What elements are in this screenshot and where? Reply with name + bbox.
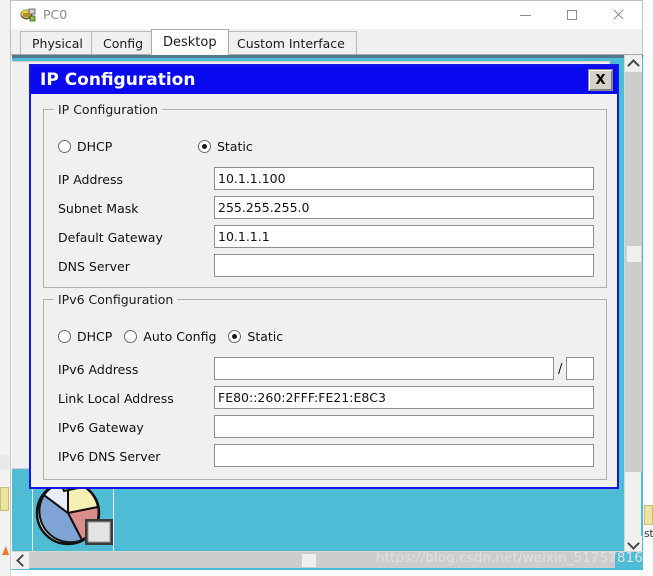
field-row-ip-address: IP Address 10.1.1.100 xyxy=(44,167,606,194)
horizontal-scroll-thumb[interactable] xyxy=(302,554,316,567)
window-maximize-button[interactable] xyxy=(549,1,595,29)
dialog-close-button[interactable]: X xyxy=(588,69,613,91)
radio-dot-icon xyxy=(124,330,138,343)
tab-physical[interactable]: Physical xyxy=(20,31,95,54)
field-row-ipv6-gateway: IPv6 Gateway xyxy=(44,415,606,442)
ipv6-prefix-separator: / xyxy=(558,362,563,377)
field-row-link-local-address: Link Local Address FE80::260:2FFF:FE21:E… xyxy=(44,386,606,413)
field-row-dns-server: DNS Server xyxy=(44,254,606,281)
tab-desktop[interactable]: Desktop xyxy=(151,29,229,55)
input-link-local-address[interactable]: FE80::260:2FFF:FE21:E8C3 xyxy=(214,386,594,409)
ipv6-configuration-group: IPv6 Configuration DHCP Auto Config Stat… xyxy=(43,292,607,480)
right-desktop-strip xyxy=(643,0,653,576)
field-row-ipv6-dns-server: IPv6 DNS Server xyxy=(44,444,606,471)
label-ip-address: IP Address xyxy=(58,172,123,187)
input-dns-server[interactable] xyxy=(214,254,594,277)
label-default-gateway: Default Gateway xyxy=(58,230,163,245)
ipv6-mode-radio-group: DHCP Auto Config Static xyxy=(58,329,283,344)
radio-ipv4-dhcp[interactable]: DHCP xyxy=(58,139,198,154)
radio-ipv4-static[interactable]: Static xyxy=(198,139,253,154)
screenshot-root: st PC0 Physical Config Desktop Custom In… xyxy=(0,0,653,576)
radio-ipv6-auto-config[interactable]: Auto Config xyxy=(124,329,216,344)
dialog-titlebar[interactable]: IP Configuration X xyxy=(31,66,617,94)
label-subnet-mask: Subnet Mask xyxy=(58,201,139,216)
radio-dot-icon xyxy=(228,330,242,343)
vertical-scroll-track[interactable] xyxy=(625,72,642,472)
vertical-scroll-thumb[interactable] xyxy=(627,246,641,262)
input-ipv6-address[interactable] xyxy=(214,357,554,380)
pc0-window: PC0 Physical Config Desktop Custom Inter… xyxy=(10,0,643,570)
window-title: PC0 xyxy=(43,7,68,22)
radio-dot-icon xyxy=(198,140,211,153)
radio-ipv6-auto-config-label: Auto Config xyxy=(143,329,217,344)
field-row-default-gateway: Default Gateway 10.1.1.1 xyxy=(44,225,606,252)
radio-ipv6-dhcp-label: DHCP xyxy=(77,329,113,344)
radio-ipv4-dhcp-label: DHCP xyxy=(77,139,113,154)
chevron-up-icon xyxy=(627,58,640,72)
tab-custom-interface[interactable]: Custom Interface xyxy=(225,31,357,54)
dialog-body: IP Configuration DHCP Static IP Address xyxy=(31,94,617,487)
label-ipv6-dns-server: IPv6 DNS Server xyxy=(58,449,161,464)
field-row-subnet-mask: Subnet Mask 255.255.255.0 xyxy=(44,196,606,223)
maximize-icon xyxy=(567,10,577,20)
input-ipv6-dns-server[interactable] xyxy=(214,444,594,467)
label-dns-server: DNS Server xyxy=(58,259,130,274)
window-minimize-button[interactable] xyxy=(502,1,548,29)
radio-ipv4-static-label: Static xyxy=(217,139,253,154)
radio-ipv6-static[interactable]: Static xyxy=(228,329,283,344)
minimize-icon xyxy=(519,14,531,16)
canvas-top-shadow xyxy=(12,55,643,58)
label-link-local-address: Link Local Address xyxy=(58,391,174,406)
input-subnet-mask[interactable]: 255.255.255.0 xyxy=(214,196,594,219)
tabbar: Physical Config Desktop Custom Interface xyxy=(11,29,642,55)
right-strip-yellow-item[interactable] xyxy=(644,505,653,525)
radio-ipv6-dhcp[interactable]: DHCP xyxy=(58,329,112,344)
input-ipv6-prefix-length[interactable] xyxy=(566,357,594,380)
chevron-down-icon xyxy=(627,536,640,550)
horizontal-scrollbar[interactable]: https://blog.csdn.net/weixin_51757816 xyxy=(12,550,643,569)
ipv4-configuration-group: IP Configuration DHCP Static IP Address xyxy=(43,102,607,288)
input-ipv6-gateway[interactable] xyxy=(214,415,594,438)
field-row-ipv6-address: IPv6 Address / xyxy=(44,357,606,384)
ip-configuration-dialog: IP Configuration X IP Configuration DHCP xyxy=(29,64,619,489)
chevron-left-icon xyxy=(15,554,29,567)
close-icon xyxy=(612,9,624,21)
right-partial-text: st xyxy=(644,527,653,540)
scroll-left-button[interactable] xyxy=(12,552,29,569)
scroll-up-button[interactable] xyxy=(625,55,642,72)
left-strip-yellow-item[interactable] xyxy=(0,487,9,511)
dialog-title: IP Configuration xyxy=(40,70,196,90)
window-close-button[interactable] xyxy=(595,1,641,29)
horizontal-scroll-right-region[interactable] xyxy=(615,552,643,569)
watermark-text: https://blog.csdn.net/weixin_51757816 xyxy=(376,550,643,566)
tab-config[interactable]: Config xyxy=(91,31,156,54)
radio-ipv6-static-label: Static xyxy=(247,329,284,344)
left-strip-item xyxy=(0,455,9,469)
label-ipv6-gateway: IPv6 Gateway xyxy=(58,420,144,435)
packet-tracer-pc-icon xyxy=(19,6,37,24)
radio-dot-icon xyxy=(58,140,71,153)
vertical-scrollbar[interactable] xyxy=(624,55,642,553)
ipv4-group-legend: IP Configuration xyxy=(58,102,158,117)
input-default-gateway[interactable]: 10.1.1.1 xyxy=(214,225,594,248)
radio-dot-icon xyxy=(58,330,71,343)
ipv6-group-legend: IPv6 Configuration xyxy=(58,292,174,307)
label-ipv6-address: IPv6 Address xyxy=(58,362,139,377)
window-titlebar[interactable]: PC0 xyxy=(11,1,642,29)
input-ip-address[interactable]: 10.1.1.100 xyxy=(214,167,594,190)
ipv4-mode-radio-group: DHCP Static xyxy=(58,139,253,154)
